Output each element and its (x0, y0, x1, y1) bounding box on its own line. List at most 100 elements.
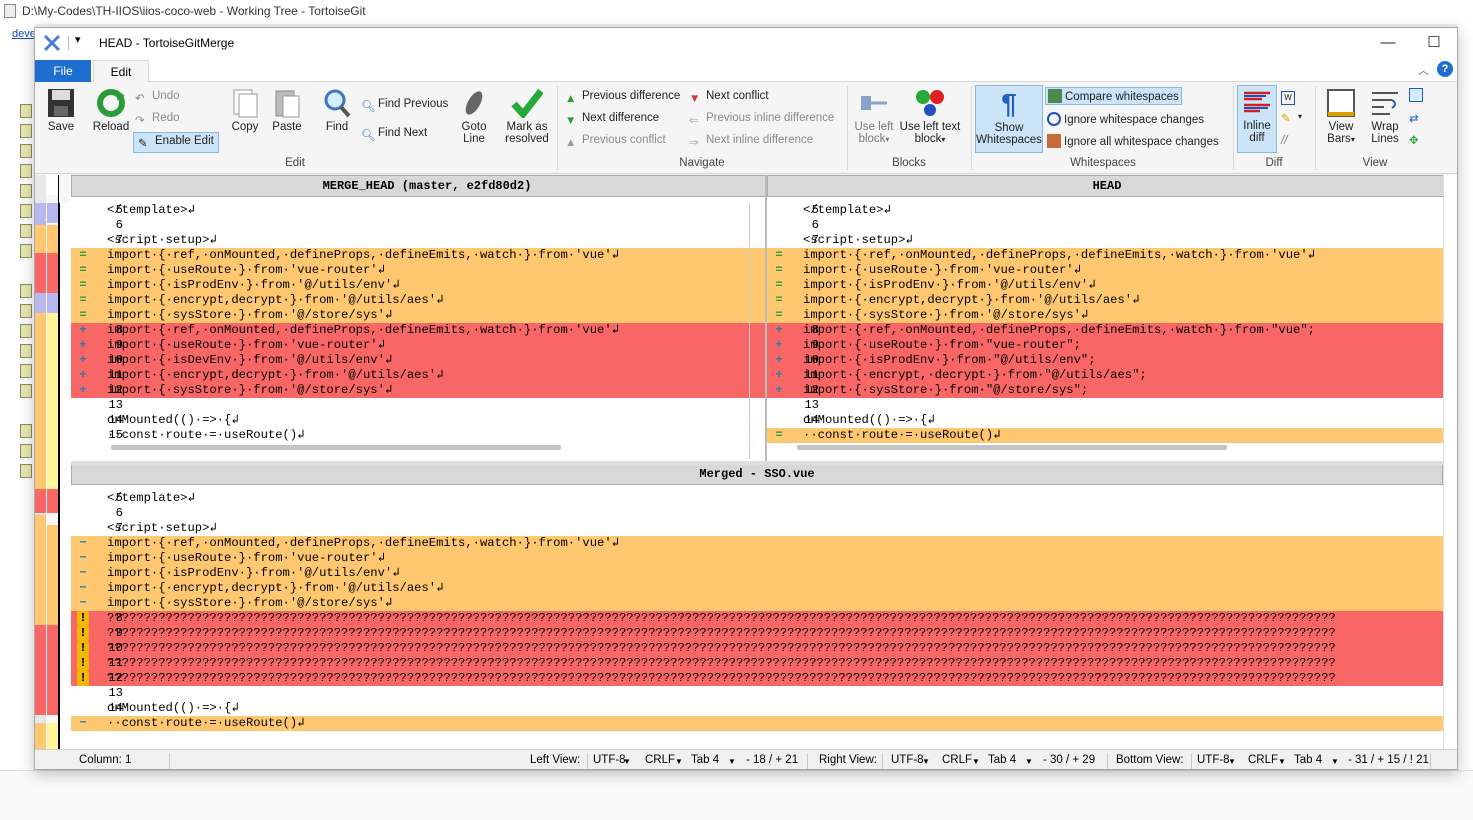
goto-line-button[interactable]: Goto Line (455, 88, 493, 145)
wrap-lines-button[interactable]: Wrap Lines (1365, 88, 1405, 145)
swap-views-button[interactable]: ⇄ (1409, 110, 1426, 125)
code-line[interactable]: = import·{·ref,·onMounted,·defineProps,·d… (71, 248, 783, 263)
next-inline-difference-button[interactable]: ⇒ Next inline difference (689, 134, 813, 149)
code-line[interactable]: 15 ··const·route·=·useRoute()↲ (71, 428, 783, 443)
find-button[interactable]: Find (321, 88, 353, 133)
redo-button[interactable]: ↷ Redo (135, 112, 180, 127)
code-line[interactable]: 14 onMounted(()·=>·{↲ (767, 413, 1447, 428)
merged-pane[interactable]: Merged - SSO.vue 5 </template>↲ 6 7 <script·… (71, 463, 1443, 749)
save-button[interactable]: Save (43, 88, 79, 133)
code-line[interactable]: +10 import·{·isDevEnv·}·from·'@/utils/env… (71, 353, 783, 368)
code-line[interactable]: +9 import·{·useRoute·}·from·"vue-router"; (767, 338, 1447, 353)
status-left-eol[interactable]: CRLF (645, 754, 675, 766)
word-wrap-toggle[interactable]: W (1281, 88, 1298, 105)
collapse-button[interactable]: ✥ (1409, 132, 1426, 147)
status-right-tab[interactable]: Tab 4 (988, 754, 1016, 766)
mark-resolved-button[interactable]: Mark as resolved (503, 88, 551, 145)
code-line[interactable]: +10 import·{·isProdEnv·}·from·"@/utils/en… (767, 353, 1447, 368)
code-line[interactable]: = import·{·sysStore·}·from·'@/store/sys'↲ (71, 308, 783, 323)
code-line[interactable]: 7 <script·setup>↲ (71, 233, 783, 248)
show-whitespaces-button[interactable]: ¶ Show Whitespaces (975, 85, 1043, 153)
background-link[interactable]: deve (12, 28, 36, 40)
previous-conflict-button[interactable]: ▲ Previous conflict (565, 134, 666, 151)
code-line[interactable]: − import·{·encrypt,decrypt·}·from·'@/util… (71, 581, 1443, 596)
next-conflict-button[interactable]: ▼ Next conflict (689, 90, 769, 107)
view-bars-button[interactable]: View Bars▾ (1321, 88, 1361, 145)
code-line[interactable]: 5 </template>↲ (767, 203, 1447, 218)
status-right-eol[interactable]: CRLF (942, 754, 972, 766)
use-left-text-block-button[interactable]: Use left text block▾ (897, 88, 963, 145)
undo-button[interactable]: ↶ Undo (135, 90, 180, 105)
code-line[interactable]: − import·{·isProdEnv·}·from·'@/utils/env'… (71, 566, 1443, 581)
copy-button[interactable]: Copy (227, 88, 263, 133)
code-line[interactable]: ! 11?????????????????????????????????????… (71, 656, 1443, 671)
code-line[interactable]: 5 </template>↲ (71, 203, 783, 218)
status-left-encoding[interactable]: UTF-8 (593, 754, 626, 766)
inline-diff-button[interactable]: Inline diff (1237, 85, 1277, 153)
code-line[interactable]: +9 import·{·useRoute·}·from·'vue-router'↲ (71, 338, 783, 353)
location-bar[interactable] (35, 175, 70, 749)
code-line[interactable]: ! 10?????????????????????????????????????… (71, 641, 1443, 656)
chevron-down-icon[interactable]: ▼ (623, 757, 631, 766)
maximize-button[interactable]: ☐ (1411, 30, 1457, 56)
next-difference-button[interactable]: ▼ Next difference (565, 112, 659, 129)
quick-access-dropdown[interactable]: ▾ (75, 33, 81, 46)
chevron-down-icon[interactable]: ▼ (728, 757, 736, 766)
code-line[interactable]: − ··const·route·=·useRoute()↲ (71, 716, 1443, 731)
code-line[interactable]: +12 import·{·sysStore·}·from·'@/store/sys… (71, 383, 783, 398)
code-line[interactable]: = import·{·useRoute·}·from·'vue-router'↲ (71, 263, 783, 278)
code-line[interactable]: − import·{·useRoute·}·from·'vue-router'↲ (71, 551, 1443, 566)
right-pane[interactable]: HEAD 5 </template>↲ 6 7 <script·setup>↲ = impo… (767, 175, 1447, 465)
regex-filter-button[interactable]: // (1281, 132, 1298, 149)
code-line[interactable]: = import·{·useRoute·}·from·'vue-router'↲ (767, 263, 1447, 278)
find-next-button[interactable]: 🔍︎ Find Next (361, 127, 427, 142)
code-line[interactable]: 6 (71, 506, 1443, 521)
tab-edit[interactable]: Edit (93, 60, 149, 82)
status-bottom-tab[interactable]: Tab 4 (1294, 754, 1322, 766)
code-line[interactable]: +11 import·{·encrypt,·decrypt·}·from·"@/u… (767, 368, 1447, 383)
code-line[interactable]: 14 onMounted(()·=>·{↲ (71, 413, 783, 428)
status-right-encoding[interactable]: UTF-8 (891, 754, 924, 766)
status-bottom-encoding[interactable]: UTF-8 (1197, 754, 1230, 766)
code-line[interactable]: = import·{·isProdEnv·}·from·'@/utils/env'… (71, 278, 783, 293)
use-left-block-button[interactable]: Use left block▾ (851, 88, 897, 145)
code-line[interactable]: ! 12?????????????????????????????????????… (71, 671, 1443, 686)
chevron-down-icon[interactable]: ▼ (1278, 757, 1286, 766)
chevron-down-icon[interactable]: ▼ (1025, 757, 1033, 766)
code-line[interactable]: = import·{·isProdEnv·}·from·'@/utils/env'… (767, 278, 1447, 293)
left-pane[interactable]: MERGE_HEAD (master, e2fd80d2) 5 </templat… (71, 175, 783, 465)
reload-button[interactable]: Reload (91, 88, 131, 133)
previous-inline-difference-button[interactable]: ⇐ Previous inline difference (689, 112, 834, 127)
layout-toggle-button[interactable] (1409, 88, 1426, 102)
previous-difference-button[interactable]: ▲ Previous difference (565, 90, 680, 107)
code-line[interactable]: 14 onMounted(()·=>·{↲ (71, 701, 1443, 716)
code-line[interactable]: ! 8??????????????????????????????????????… (71, 611, 1443, 626)
compare-whitespaces-option[interactable]: Compare whitespaces (1045, 87, 1182, 105)
minimize-button[interactable]: — (1365, 30, 1411, 56)
find-previous-button[interactable]: 🔍︎ Find Previous (361, 98, 448, 113)
code-line[interactable]: +11 import·{·encrypt,decrypt·}·from·'@/ut… (71, 368, 783, 383)
code-line[interactable]: 7 <script·setup>↲ (767, 233, 1447, 248)
chevron-down-icon[interactable]: ▼ (675, 757, 683, 766)
collapse-ribbon-icon[interactable]: ︿ (1418, 62, 1429, 78)
code-line[interactable]: − import·{·sysStore·}·from·'@/store/sys'↲ (71, 596, 1443, 611)
code-line[interactable]: 13 (767, 398, 1447, 413)
enable-edit-button[interactable]: ✎ Enable Edit (133, 132, 219, 153)
code-line[interactable]: 13 (71, 686, 1443, 701)
code-line[interactable]: ! 9??????????????????????????????????????… (71, 626, 1443, 641)
code-line[interactable]: 6 (767, 218, 1447, 233)
code-line[interactable]: 5 </template>↲ (71, 491, 1443, 506)
code-line[interactable]: = import·{·sysStore·}·from·'@/store/sys'↲ (767, 308, 1447, 323)
code-line[interactable]: 13 (71, 398, 783, 413)
help-icon[interactable]: ? (1437, 61, 1453, 77)
paste-button[interactable]: Paste (269, 88, 305, 133)
tab-file[interactable]: File (35, 60, 91, 82)
code-line[interactable]: +12 import·{·sysStore·}·from·"@/store/sys… (767, 383, 1447, 398)
code-line[interactable]: − import·{·ref,·onMounted,·defineProps,·d… (71, 536, 1443, 551)
code-line[interactable]: 7 <script·setup>↲ (71, 521, 1443, 536)
code-line[interactable]: = import·{·encrypt,decrypt·}·from·'@/util… (71, 293, 783, 308)
code-line[interactable]: = ··const·route·=·useRoute()↲ (767, 428, 1447, 443)
code-line[interactable]: = import·{·encrypt,decrypt·}·from·'@/util… (767, 293, 1447, 308)
ignore-whitespace-changes-option[interactable]: Ignore whitespace changes (1047, 112, 1204, 126)
code-line[interactable]: 6 (71, 218, 783, 233)
